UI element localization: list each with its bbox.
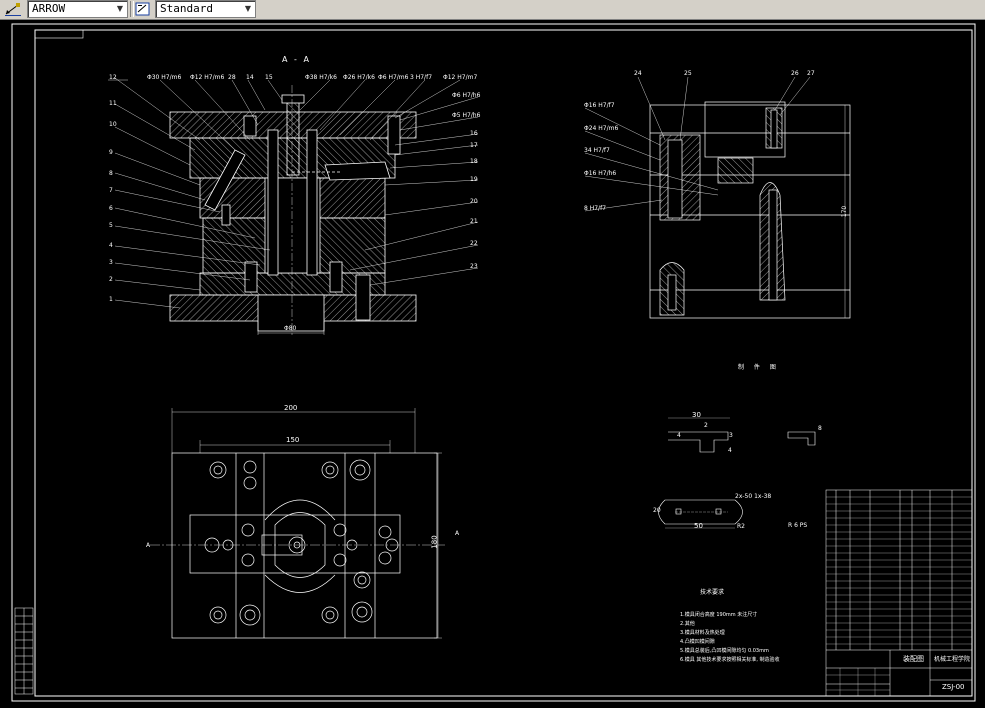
chevron-down-icon[interactable]: ▼ — [115, 4, 125, 14]
callout-18: 18 — [470, 158, 478, 165]
callout-22: 22 — [470, 240, 478, 247]
chevron-down-icon[interactable]: ▼ — [243, 4, 253, 14]
plan-view — [171, 452, 438, 639]
callout-26: 26 — [791, 70, 799, 77]
callout-fit-8: Φ6 H7/h6 — [452, 92, 481, 99]
note-4: 4.凸模凹模间隙 — [680, 639, 715, 645]
bore-dimension: Φ80 — [284, 325, 297, 332]
side-fit-5: 8 H7/f7 — [584, 205, 607, 212]
margin-stamp-table — [14, 607, 34, 695]
callout-24: 24 — [634, 70, 642, 77]
section-title: A - A — [282, 55, 311, 64]
part-dim-4a: 4 — [677, 432, 681, 439]
callout-28: 28 — [228, 74, 236, 81]
callout-14: 14 — [246, 74, 254, 81]
cad-drawing — [11, 23, 976, 702]
side-fit-1: Φ16 H7/f7 — [584, 102, 615, 109]
side-fit-4: Φ16 H7/h6 — [584, 170, 617, 177]
section-mark-right: A — [455, 530, 460, 537]
section-view-aa — [169, 94, 417, 332]
note-1: 1.模具闭合高度 190mm 未注尺寸 — [680, 612, 758, 618]
part-dim-20: 20 — [653, 507, 661, 514]
callout-23: 23 — [470, 263, 478, 270]
part-dim-2: 2 — [704, 422, 708, 429]
note-2: 2.其他 — [680, 621, 695, 627]
title-block-school: 机械工程学院 — [934, 656, 971, 663]
note-5: 5.模具总装后,凸凹模间隙均匀 0.03mm — [680, 648, 769, 654]
callout-5: 5 — [109, 222, 113, 229]
plan-overall-width: 200 — [284, 404, 298, 412]
callout-19: 19 — [470, 176, 478, 183]
callout-20: 20 — [470, 198, 478, 205]
dimension-style-value: ARROW — [32, 2, 66, 15]
callout-3: 3 — [109, 259, 113, 266]
callout-2: 2 — [109, 276, 113, 283]
callout-7: 7 — [109, 187, 113, 194]
parts-list-table — [825, 489, 973, 697]
style-toolbar: ARROW ▼ Standard ▼ — [0, 0, 985, 20]
parts-list-rows — [826, 496, 972, 696]
title-block-code: ZSJ-00 — [942, 683, 965, 691]
callout-16: 16 — [470, 130, 478, 137]
title-block-drawing-name: 装配图 — [903, 655, 924, 663]
section-mark-left: A — [146, 542, 151, 549]
part-dim-r2: R2 — [737, 523, 745, 530]
side-view — [649, 101, 851, 319]
callout-27: 27 — [807, 70, 815, 77]
callout-11: 11 — [109, 100, 117, 107]
callout-fit-6: 3 H7/f7 — [410, 74, 433, 81]
callout-6: 6 — [109, 205, 113, 212]
part-dim-50: 50 — [694, 522, 703, 530]
drawing-canvas[interactable]: A - A 12 11 10 9 8 7 6 5 4 3 2 1 Φ30 H7/… — [0, 20, 985, 708]
callout-10: 10 — [109, 121, 117, 128]
callout-21: 21 — [470, 218, 478, 225]
corner-box — [34, 29, 84, 39]
side-fit-3: 34 H7/f7 — [584, 147, 610, 154]
plan-dims — [171, 408, 442, 639]
dimension-style-icon[interactable] — [4, 1, 22, 17]
side-fit-2: Φ24 H7/m6 — [584, 125, 619, 132]
side-height-dim: 170 — [841, 205, 849, 218]
note-3: 3.模具材料及热处理 — [680, 630, 725, 636]
part-view-2 — [787, 431, 816, 446]
part-dim-30: 30 — [692, 411, 701, 419]
callout-fit-2: Φ12 H7/m6 — [190, 74, 225, 81]
outer-frame — [11, 23, 976, 702]
callout-fit-3: Φ38 H7/k6 — [305, 74, 337, 81]
text-style-icon[interactable] — [134, 1, 152, 17]
callout-12: 12 — [109, 74, 117, 81]
callout-fit-7: Φ12 H7/m7 — [443, 74, 478, 81]
callout-fit-5: Φ6 H7/m6 — [378, 74, 409, 81]
part-drawing-title: 制 件 图 — [738, 364, 780, 371]
part-dim-8: 8 — [818, 425, 822, 432]
callout-fit-9: Φ5 H7/h6 — [452, 112, 481, 119]
callout-15: 15 — [265, 74, 273, 81]
callout-4: 4 — [109, 242, 113, 249]
plan-inner-width: 150 — [286, 436, 300, 444]
part-spec: R 6 PS — [788, 522, 808, 529]
callout-8: 8 — [109, 170, 113, 177]
dimension-style-select[interactable]: ARROW ▼ — [27, 0, 128, 18]
part-dim-4b: 4 — [728, 447, 732, 454]
callout-25: 25 — [684, 70, 692, 77]
part-chamfer: 2x-50 1x-38 — [735, 493, 772, 500]
callout-9: 9 — [109, 149, 113, 156]
text-style-value: Standard — [160, 2, 213, 15]
callout-fit-4: Φ26 H7/k6 — [343, 74, 375, 81]
callout-17: 17 — [470, 142, 478, 149]
callout-1: 1 — [109, 296, 113, 303]
part-dim-3: 3 — [729, 432, 733, 439]
text-style-select[interactable]: Standard ▼ — [155, 0, 256, 18]
callout-fit-1: Φ30 H7/m6 — [147, 74, 182, 81]
note-6: 6.模具 其他技术要求按照相关标准, 制造验收 — [680, 657, 780, 663]
plan-height: 180 — [430, 535, 439, 549]
notes-title: 技术要求 — [700, 589, 725, 596]
